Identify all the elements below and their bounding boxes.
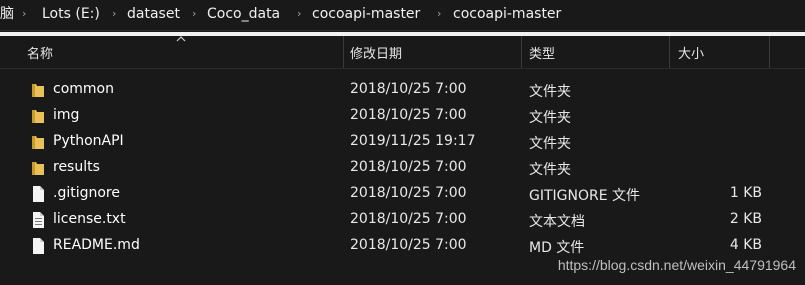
file-name[interactable]: README.md xyxy=(53,237,140,253)
file-size: 1 KB xyxy=(729,185,762,201)
file-date: 2018/10/25 7:00 xyxy=(350,107,467,123)
file-name[interactable]: .gitignore xyxy=(53,185,120,201)
column-divider[interactable] xyxy=(343,36,344,68)
breadcrumb-item-drive[interactable]: Lots (E:) xyxy=(42,0,100,28)
file-type: 文本文档 xyxy=(529,214,585,230)
text-file-icon xyxy=(33,212,44,228)
column-header-date[interactable]: 修改日期 xyxy=(350,43,402,62)
file-size: 2 KB xyxy=(729,211,762,227)
file-name[interactable]: img xyxy=(53,107,79,123)
column-header-size[interactable]: 大小 xyxy=(678,43,704,62)
breadcrumb-item-cocoapi-master-current[interactable]: cocoapi-master xyxy=(453,0,561,28)
chevron-right-icon[interactable]: › xyxy=(192,0,196,28)
list-item[interactable]: PythonAPI 2019/11/25 19:17 文件夹 xyxy=(0,129,805,155)
list-item[interactable]: license.txt 2018/10/25 7:00 文本文档 2 KB xyxy=(0,207,805,233)
folder-icon xyxy=(32,162,44,175)
breadcrumb-item-dataset[interactable]: dataset xyxy=(127,0,180,28)
chevron-right-icon[interactable]: › xyxy=(22,0,26,28)
chevron-right-icon[interactable]: › xyxy=(297,0,301,28)
file-name[interactable]: license.txt xyxy=(53,211,126,227)
watermark: https://blog.csdn.net/weixin_44791964 xyxy=(557,257,796,273)
column-header-name[interactable]: 名称 xyxy=(27,43,53,62)
breadcrumb-item-computer[interactable]: 脑 xyxy=(0,0,14,28)
column-divider[interactable] xyxy=(521,36,522,68)
file-name[interactable]: common xyxy=(53,81,114,97)
file-size: 4 KB xyxy=(729,237,762,253)
file-type: MD 文件 xyxy=(529,240,585,256)
column-divider[interactable] xyxy=(669,36,670,68)
file-name[interactable]: PythonAPI xyxy=(53,133,124,149)
list-item[interactable]: common 2018/10/25 7:00 文件夹 xyxy=(0,77,805,103)
list-item[interactable]: results 2018/10/25 7:00 文件夹 xyxy=(0,155,805,181)
file-type: 文件夹 xyxy=(529,110,571,126)
column-divider[interactable] xyxy=(769,36,770,68)
file-icon xyxy=(33,186,44,202)
chevron-right-icon[interactable]: › xyxy=(112,0,116,28)
file-type: 文件夹 xyxy=(529,162,571,178)
file-date: 2018/10/25 7:00 xyxy=(350,185,467,201)
folder-icon xyxy=(32,110,44,123)
list-item[interactable]: img 2018/10/25 7:00 文件夹 xyxy=(0,103,805,129)
breadcrumb-item-cocoapi-master[interactable]: cocoapi-master xyxy=(312,0,420,28)
folder-icon xyxy=(32,84,44,97)
list-item[interactable]: README.md 2018/10/25 7:00 MD 文件 4 KB xyxy=(0,233,805,259)
file-icon xyxy=(33,238,44,254)
file-date: 2018/10/25 7:00 xyxy=(350,81,467,97)
folder-icon xyxy=(32,136,44,149)
file-date: 2018/10/25 7:00 xyxy=(350,237,467,253)
file-date: 2019/11/25 19:17 xyxy=(350,133,476,149)
file-type: 文件夹 xyxy=(529,84,571,100)
chevron-right-icon[interactable]: › xyxy=(437,0,441,28)
file-explorer-window: 脑 › Lots (E:) › dataset › Coco_data › co… xyxy=(0,0,805,285)
file-date: 2018/10/25 7:00 xyxy=(350,159,467,175)
column-header: 名称 修改日期 类型 大小 xyxy=(0,36,805,69)
list-item[interactable]: .gitignore 2018/10/25 7:00 GITIGNORE 文件 … xyxy=(0,181,805,207)
sort-ascending-icon xyxy=(176,36,186,42)
file-type: GITIGNORE 文件 xyxy=(529,188,641,204)
breadcrumb[interactable]: 脑 › Lots (E:) › dataset › Coco_data › co… xyxy=(0,0,805,31)
breadcrumb-item-coco-data[interactable]: Coco_data xyxy=(207,0,280,28)
file-date: 2018/10/25 7:00 xyxy=(350,211,467,227)
file-name[interactable]: results xyxy=(53,159,100,175)
column-header-type[interactable]: 类型 xyxy=(529,43,555,62)
file-type: 文件夹 xyxy=(529,136,571,152)
